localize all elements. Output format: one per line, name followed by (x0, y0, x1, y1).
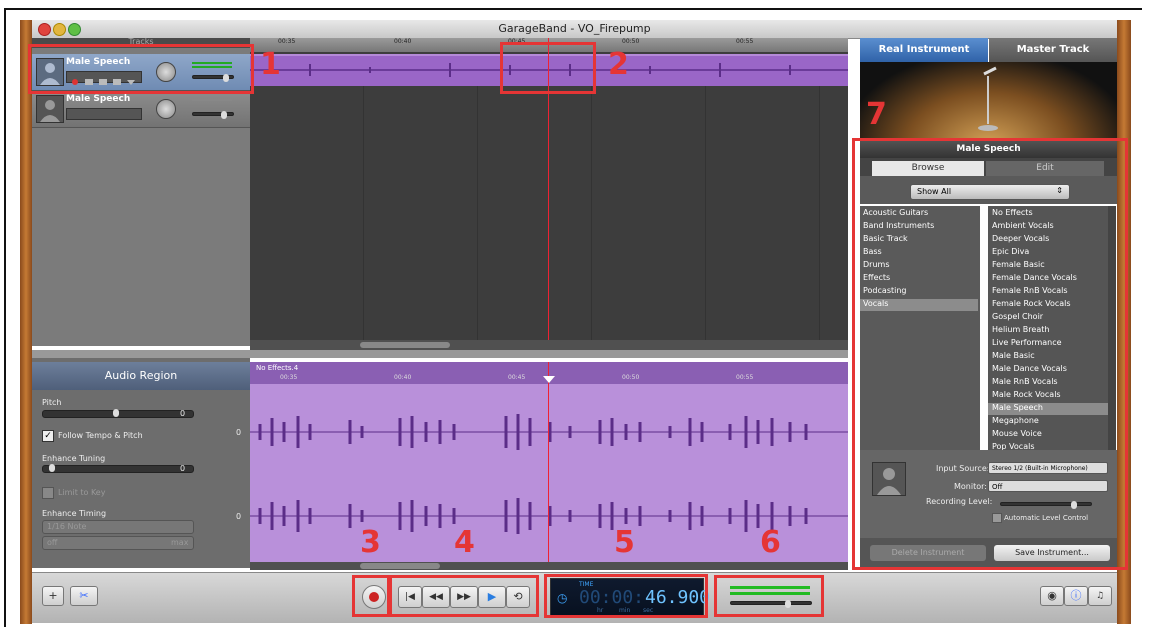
media-browser-icon[interactable]: ♫ (1088, 586, 1112, 606)
ruler-tick: 00:55 (736, 374, 754, 381)
track-controls[interactable] (66, 108, 142, 120)
waveform-channel-left (250, 412, 848, 452)
follow-tempo-checkbox[interactable]: ✓ (42, 430, 54, 442)
timing-note-select[interactable]: 1/16 Note (42, 520, 194, 534)
track-header[interactable]: Male Speech (32, 91, 250, 128)
ruler-tick: 00:50 (622, 374, 640, 381)
timing-max-label: max (171, 538, 189, 547)
enhance-timing-label: Enhance Timing (42, 509, 107, 518)
annotation-box-5 (544, 574, 708, 618)
ruler-tick: 00:40 (394, 374, 412, 381)
enhance-timing-slider[interactable]: off max (42, 536, 194, 550)
region-name: No Effects.4 (256, 364, 299, 372)
annotation-box-7 (852, 138, 1128, 570)
annotation-label: 3 (360, 525, 381, 560)
timing-note-value: 1/16 Note (47, 522, 87, 531)
pitch-value: 0 (180, 409, 186, 418)
tab-real-instrument[interactable]: Real Instrument (860, 38, 988, 62)
limit-key-label: Limit to Key (58, 488, 106, 497)
track-name: Male Speech (66, 94, 131, 104)
annotation-label: 7 (866, 97, 887, 132)
pane-divider[interactable] (32, 350, 848, 358)
info-icon[interactable]: ⓘ (1064, 586, 1088, 606)
ruler-tick: 00:50 (622, 38, 640, 45)
slider-thumb[interactable] (49, 464, 55, 472)
annotation-box-3 (352, 575, 390, 617)
annotation-label: 4 (454, 525, 475, 560)
annotation-box-6 (714, 575, 824, 617)
annotation-box-4 (389, 575, 539, 617)
follow-tempo-label: Follow Tempo & Pitch (58, 431, 143, 440)
annotation-label: 6 (760, 525, 781, 560)
ruler-tick: 00:35 (280, 374, 298, 381)
add-track-button[interactable]: + (42, 586, 64, 606)
level-meter (192, 99, 232, 101)
enhance-tuning-value: 0 (180, 464, 186, 473)
instrument-stage-image (860, 62, 1117, 138)
timeline-grid (250, 84, 848, 346)
slider-thumb[interactable] (113, 409, 119, 417)
pan-knob[interactable] (156, 99, 176, 119)
pitch-label: Pitch (42, 398, 62, 407)
enhance-tuning-slider[interactable] (42, 464, 194, 473)
timeline-scrollbar[interactable] (250, 340, 848, 350)
editor-panel-header: Audio Region (32, 362, 250, 390)
person-icon (36, 95, 64, 123)
tab-master-track[interactable]: Master Track (989, 38, 1117, 62)
track-volume-slider[interactable] (192, 111, 234, 119)
playhead-marker[interactable] (543, 376, 555, 383)
playhead[interactable] (548, 362, 549, 562)
editor-scrollbar[interactable] (250, 562, 848, 570)
wood-side-left (20, 20, 32, 624)
lane-label: 0 (236, 512, 242, 521)
annotation-label: 5 (614, 525, 635, 560)
ruler-tick: 00:45 (508, 374, 526, 381)
slider-thumb[interactable] (221, 111, 227, 119)
annotation-label: 2 (608, 47, 629, 82)
annotation-label: 1 (260, 47, 281, 82)
window-title: GarageBand - VO_Firepump (498, 22, 651, 35)
editor-panel-title: Audio Region (104, 369, 178, 382)
ruler-tick: 00:35 (278, 38, 296, 45)
instrument-tab-bar: Real Instrument Master Track (860, 38, 1117, 62)
enhance-tuning-label: Enhance Tuning (42, 454, 106, 463)
ruler-tick: 00:55 (736, 38, 754, 45)
waveform-channel-right (250, 496, 848, 536)
pitch-slider[interactable] (42, 409, 194, 418)
ruler-tick: 00:40 (394, 38, 412, 45)
annotation-box-1 (28, 44, 254, 94)
lane-label: 0 (236, 428, 242, 437)
annotation-box-2 (500, 42, 596, 94)
eye-icon[interactable]: ◉ (1040, 586, 1064, 606)
timing-off-label: off (47, 538, 58, 547)
limit-key-checkbox[interactable] (42, 487, 54, 499)
editor-toggle-icon[interactable]: ✂ (70, 586, 98, 606)
